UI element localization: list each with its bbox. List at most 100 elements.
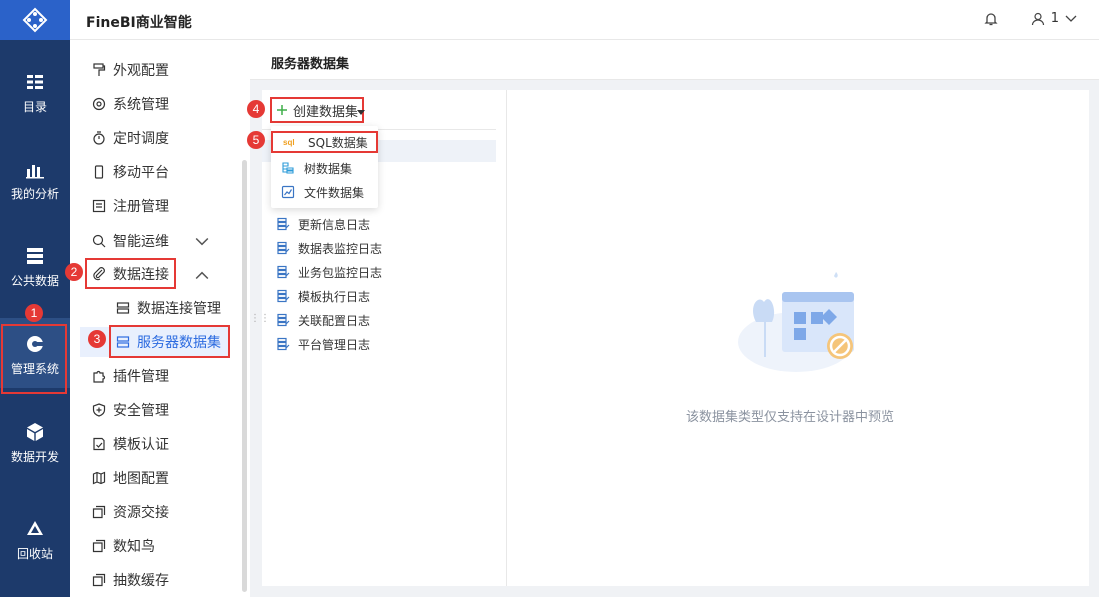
plus-icon xyxy=(277,105,287,115)
main-panel xyxy=(262,90,1089,586)
dataset-icon xyxy=(277,265,290,279)
resource-icon xyxy=(92,505,106,519)
annotation-badge-2: 2 xyxy=(65,263,83,281)
menu-item-system[interactable]: 系统管理 xyxy=(80,89,230,119)
file-icon xyxy=(281,185,295,199)
menu-item-label: 抽数缓存 xyxy=(113,573,169,589)
menu-item-cache[interactable]: 抽数缓存 xyxy=(80,565,230,595)
ops-icon xyxy=(92,234,106,248)
rail-item-recycle[interactable]: 回收站 xyxy=(0,503,70,573)
chevron-down-icon xyxy=(195,237,209,246)
annotation-badge-5: 5 xyxy=(247,131,265,149)
tree-item[interactable]: 业务包监控日志 xyxy=(276,262,382,282)
rail-item-label: 回收站 xyxy=(16,547,53,561)
bird-icon xyxy=(92,539,106,553)
panel-divider xyxy=(506,90,507,586)
paint-roller-icon xyxy=(93,63,106,76)
tree-item[interactable]: 数据表监控日志 xyxy=(276,238,382,258)
admin-menu: 外观配置 系统管理 定时调度 移动平台 注册管理 智能运维 数据连接 数据连接管… xyxy=(70,40,250,597)
svg-text:sql: sql xyxy=(283,138,295,147)
register-icon xyxy=(92,199,106,213)
menu-item-label: 插件管理 xyxy=(113,369,169,385)
tree-item[interactable]: 模板执行日志 xyxy=(276,286,370,306)
menu-item-plugin[interactable]: 插件管理 xyxy=(80,361,230,391)
menu-item-map[interactable]: 地图配置 xyxy=(80,463,230,493)
shield-icon xyxy=(92,403,106,417)
menu-item-label: 数知鸟 xyxy=(113,539,155,555)
rail-item-public-data[interactable]: 公共数据 xyxy=(0,230,70,300)
annotation-badge-3: 3 xyxy=(88,330,106,348)
menu-item-resource[interactable]: 资源交接 xyxy=(80,497,230,527)
db-connect-icon xyxy=(116,302,130,314)
dropdown-item-label: 文件数据集 xyxy=(304,185,365,200)
tree-item-label: 业务包监控日志 xyxy=(298,265,383,280)
logo-icon[interactable] xyxy=(0,0,70,40)
menu-item-label: 模板认证 xyxy=(113,437,169,453)
menu-item-label: 外观配置 xyxy=(113,63,169,79)
annotation-box-2 xyxy=(85,258,176,289)
tree-item-label: 更新信息日志 xyxy=(298,217,371,232)
menu-item-label: 智能运维 xyxy=(113,234,169,250)
tree-item[interactable]: 关联配置日志 xyxy=(276,310,370,330)
dropdown-item-sql[interactable]: sql SQL数据集 xyxy=(271,131,378,153)
rail-item-label: 目录 xyxy=(22,100,47,114)
menu-item-security[interactable]: 安全管理 xyxy=(80,395,230,425)
menu-item-label: 移动平台 xyxy=(113,165,169,181)
map-icon xyxy=(92,471,106,485)
menu-item-label: 资源交接 xyxy=(113,505,169,521)
plugin-icon xyxy=(93,370,106,383)
main-header: 服务器数据集 xyxy=(250,40,1099,80)
resize-handle[interactable]: ⋮⋮ xyxy=(250,313,270,324)
menu-item-bird[interactable]: 数知鸟 xyxy=(80,531,230,561)
rail-item-label: 数据开发 xyxy=(10,450,59,464)
menu-item-mobile[interactable]: 移动平台 xyxy=(80,157,230,187)
rail-item-label: 公共数据 xyxy=(10,274,59,288)
template-icon xyxy=(93,437,105,451)
page-title: 服务器数据集 xyxy=(271,57,350,72)
rail-item-data-dev[interactable]: 数据开发 xyxy=(0,406,70,476)
menu-item-appearance[interactable]: 外观配置 xyxy=(80,55,230,85)
dataset-icon xyxy=(277,337,290,351)
rail-item-catalog[interactable]: 目录 xyxy=(0,56,70,126)
user-menu[interactable]: 1 xyxy=(1031,11,1077,26)
menu-item-register[interactable]: 注册管理 xyxy=(80,191,230,221)
menu-item-label: 安全管理 xyxy=(113,403,169,419)
settings-icon xyxy=(92,97,106,111)
empty-state-illustration xyxy=(738,272,854,372)
dropdown-item-tree[interactable]: 树数据集 xyxy=(271,157,378,179)
dropdown-item-file[interactable]: 文件数据集 xyxy=(271,181,378,203)
dataset-icon xyxy=(277,217,290,231)
annotation-badge-1: 1 xyxy=(25,304,43,322)
dataset-icon xyxy=(277,289,290,303)
create-dropdown: sql SQL数据集 树数据集 文件数据集 xyxy=(271,126,378,208)
menu-item-connection-manage[interactable]: 数据连接管理 xyxy=(80,293,230,323)
tree-item-label: 模板执行日志 xyxy=(298,289,371,304)
chevron-up-icon xyxy=(195,271,209,280)
menu-item-ops[interactable]: 智能运维 xyxy=(80,226,230,256)
dataset-icon xyxy=(277,313,290,327)
catalog-icon xyxy=(27,75,43,89)
timer-icon xyxy=(93,131,105,145)
tree-item[interactable]: 平台管理日志 xyxy=(276,334,370,354)
create-dataset-button[interactable]: 创建数据集 xyxy=(270,97,365,123)
tree-item-label: 关联配置日志 xyxy=(298,313,371,328)
menu-scrollbar[interactable] xyxy=(242,160,247,592)
menu-item-template-cert[interactable]: 模板认证 xyxy=(80,429,230,459)
tree-item-label: 平台管理日志 xyxy=(298,337,371,352)
cache-icon xyxy=(92,573,106,587)
bell-icon[interactable] xyxy=(983,11,999,27)
public-data-icon xyxy=(27,248,43,264)
menu-item-schedule[interactable]: 定时调度 xyxy=(80,123,230,153)
sql-icon: sql xyxy=(283,138,295,147)
tree-item[interactable]: 更新信息日志 xyxy=(276,214,370,234)
chevron-down-icon xyxy=(1065,15,1077,22)
dataset-icon xyxy=(277,241,290,255)
caret-down-icon[interactable] xyxy=(357,110,365,115)
left-rail: 目录 我的分析 公共数据 管理系统 数据开发 回收站 xyxy=(0,0,70,597)
menu-item-label: 系统管理 xyxy=(113,97,169,113)
top-header: FineBI商业智能 1 xyxy=(70,0,1099,40)
rail-item-analysis[interactable]: 我的分析 xyxy=(0,143,70,213)
cube-icon xyxy=(27,423,43,441)
annotation-badge-4: 4 xyxy=(247,100,265,118)
menu-item-label: 注册管理 xyxy=(113,199,169,215)
